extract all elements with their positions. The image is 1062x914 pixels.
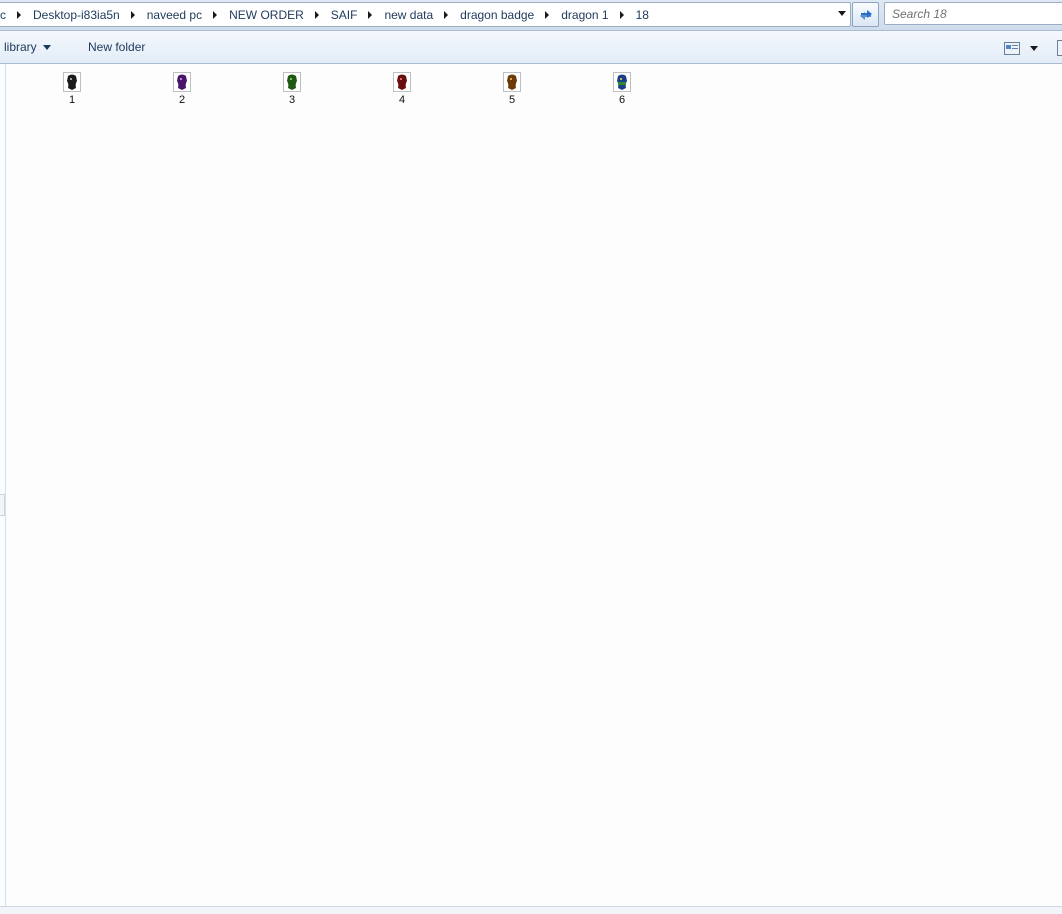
breadcrumb-item[interactable]: NEW ORDER: [226, 8, 307, 22]
file-item[interactable]: 3: [262, 72, 322, 106]
breadcrumb-arrow-icon[interactable]: [368, 10, 373, 19]
breadcrumb-item[interactable]: new data: [381, 8, 436, 22]
refresh-icon: [859, 9, 872, 20]
breadcrumb-item[interactable]: dragon 1: [558, 8, 611, 22]
dragon-badge-image-icon: [613, 72, 631, 92]
breadcrumb-arrow-icon[interactable]: [444, 10, 449, 19]
file-name: 6: [618, 94, 626, 106]
chevron-down-icon: [42, 44, 51, 50]
search-input[interactable]: [892, 6, 1062, 21]
dragon-badge-image-icon: [503, 72, 521, 92]
file-name: 2: [178, 94, 186, 106]
breadcrumb[interactable]: c Desktop-i83ia5n naveed pc NEW ORDER SA…: [0, 2, 851, 27]
view-options-icon: [1004, 41, 1020, 55]
include-in-library-button[interactable]: n library: [0, 40, 51, 54]
dragon-badge-image-icon: [63, 72, 81, 92]
file-name: 1: [68, 94, 76, 106]
pane-splitter-handle[interactable]: [0, 494, 5, 516]
breadcrumb-item[interactable]: naveed pc: [144, 8, 205, 22]
preview-pane-button[interactable]: [1057, 40, 1062, 56]
dragon-badge-image-icon: [173, 72, 191, 92]
breadcrumb-arrow-icon[interactable]: [545, 10, 550, 19]
file-item[interactable]: 1: [42, 72, 102, 106]
address-history-dropdown[interactable]: [835, 4, 849, 22]
dragon-badge-image-icon: [283, 72, 301, 92]
breadcrumb-item[interactable]: dragon badge: [457, 8, 537, 22]
file-list: 1 2 3 4 5 6: [6, 64, 1062, 906]
breadcrumb-item-current[interactable]: 18: [633, 8, 652, 22]
chevron-down-icon: [838, 10, 846, 16]
breadcrumb-arrow-icon[interactable]: [17, 10, 21, 19]
command-toolbar: n library New folder: [0, 31, 1062, 64]
file-name: 3: [288, 94, 296, 106]
file-item[interactable]: 4: [372, 72, 432, 106]
include-in-library-label: n library: [0, 40, 37, 54]
breadcrumb-arrow-icon[interactable]: [619, 10, 624, 19]
breadcrumb-item[interactable]: c: [0, 8, 9, 22]
dragon-badge-image-icon: [393, 72, 411, 92]
file-item[interactable]: 6: [592, 72, 652, 106]
refresh-button[interactable]: [852, 2, 879, 27]
change-view-button[interactable]: [1004, 40, 1042, 56]
file-name: 5: [508, 94, 516, 106]
new-folder-button[interactable]: New folder: [88, 40, 145, 54]
breadcrumb-item[interactable]: Desktop-i83ia5n: [30, 8, 123, 22]
file-name: 4: [398, 94, 406, 106]
file-item[interactable]: 2: [152, 72, 212, 106]
breadcrumb-arrow-icon[interactable]: [213, 10, 218, 19]
breadcrumb-arrow-icon[interactable]: [314, 10, 319, 19]
breadcrumb-item[interactable]: SAIF: [328, 8, 361, 22]
breadcrumb-arrow-icon[interactable]: [130, 10, 135, 19]
file-item[interactable]: 5: [482, 72, 542, 106]
chevron-down-icon[interactable]: [1030, 45, 1038, 51]
address-bar: c Desktop-i83ia5n naveed pc NEW ORDER SA…: [0, 0, 1062, 31]
search-box[interactable]: [884, 2, 1062, 25]
